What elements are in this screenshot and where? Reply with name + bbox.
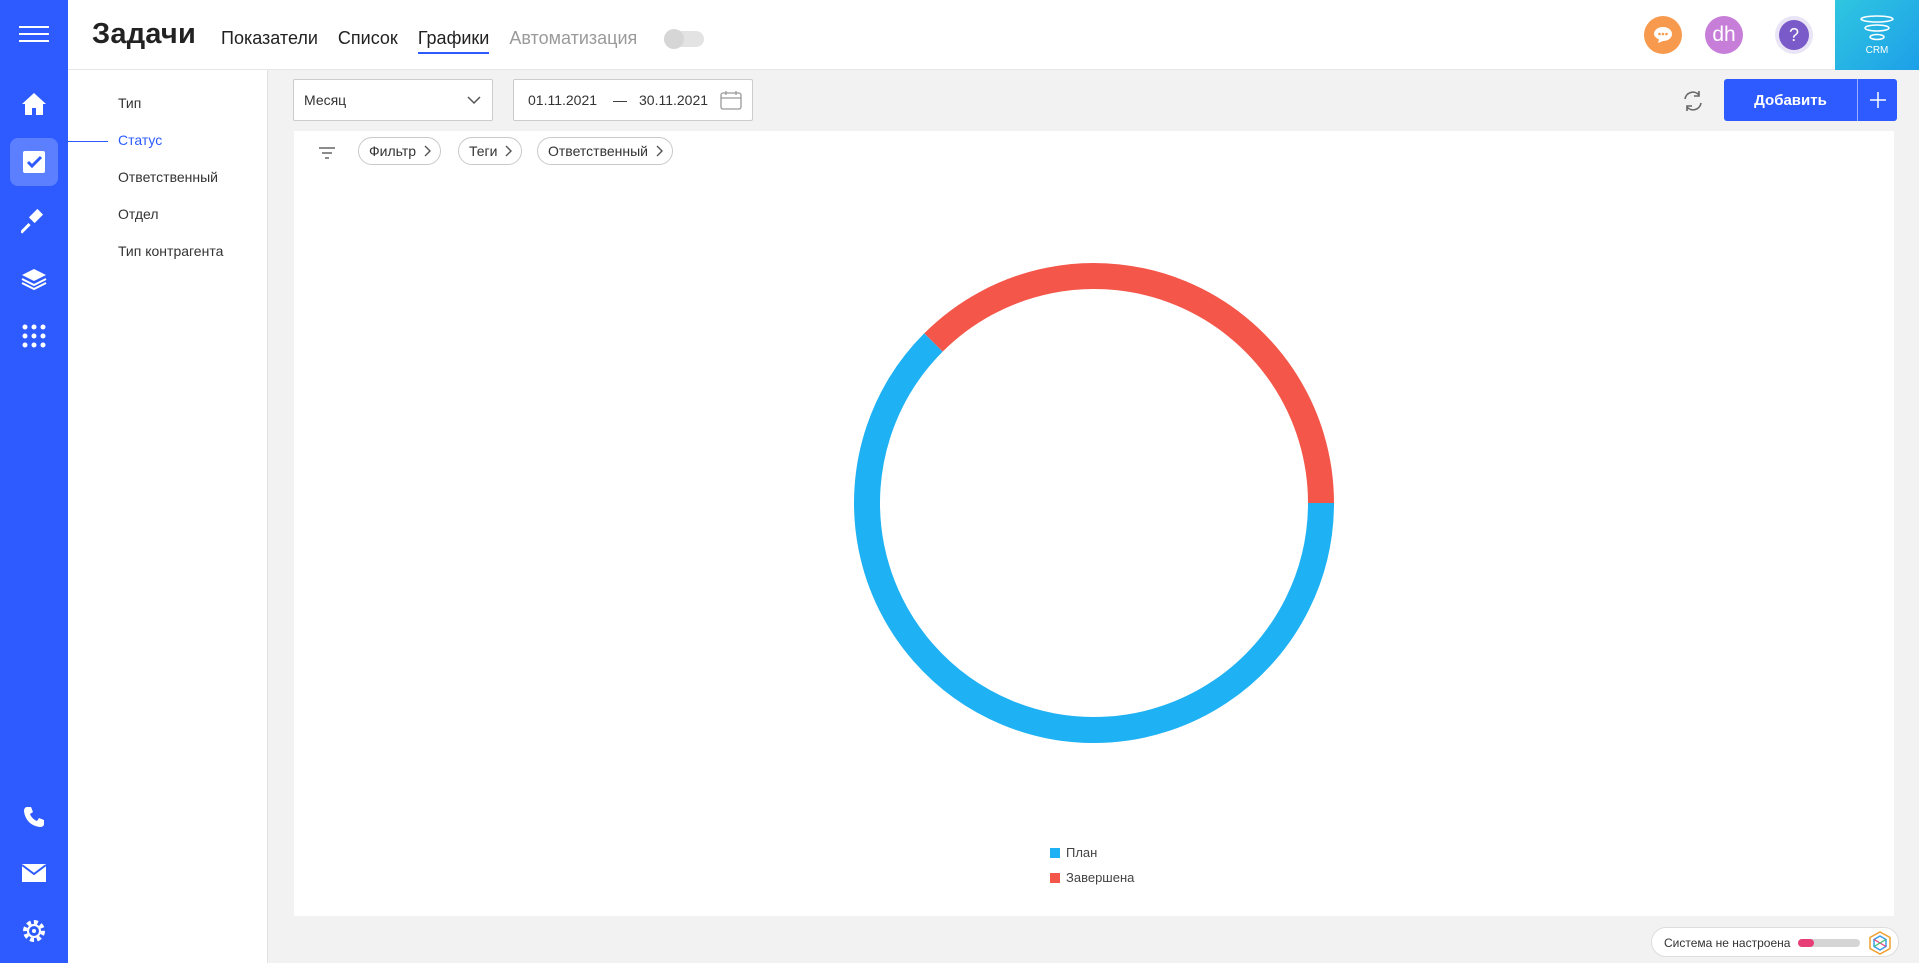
date-range-picker[interactable]: 01.11.2021 — 30.11.2021 [513,79,753,121]
setup-progress [1798,939,1860,947]
chart-panel: Фильтр Теги Ответственный План Завершена [294,131,1894,916]
chart-legend: План Завершена [1050,840,1134,890]
period-select[interactable]: Месяц [293,79,493,121]
menu-icon[interactable] [10,10,58,58]
tasks-icon[interactable] [10,138,58,186]
automation-toggle[interactable] [664,29,704,49]
plus-icon [1869,92,1886,108]
settings-icon[interactable] [10,907,58,955]
add-dropdown-button[interactable] [1857,79,1897,121]
date-separator: — [613,92,627,108]
period-value: Месяц [304,92,347,108]
page-title: Задачи [92,18,196,50]
hexagon-logo-icon [1869,931,1891,955]
chat-bubble-icon [1654,27,1672,43]
top-bar: Задачи Показатели Список Графики Автомат… [68,0,1919,70]
legend-label-plan: План [1066,845,1098,860]
tab-indicators[interactable]: Показатели [221,28,318,54]
crm-logo[interactable]: CRM [1835,0,1919,70]
chat-button[interactable] [1644,16,1682,54]
mail-icon[interactable] [10,849,58,897]
tab-list[interactable]: Список [338,28,398,54]
sidenav-item-type[interactable]: Тип [118,95,141,111]
legend-item-plan[interactable]: План [1050,840,1134,865]
tab-charts[interactable]: Графики [417,28,490,54]
legend-label-completed: Завершена [1066,870,1135,885]
home-icon[interactable] [10,80,58,128]
legend-swatch-plan [1050,847,1060,858]
system-status-label: Система не настроена [1664,936,1791,950]
apps-grid-icon[interactable] [10,312,58,360]
chevron-down-icon [467,96,481,105]
tab-automation[interactable]: Автоматизация [509,28,637,54]
help-icon: ? [1779,20,1809,50]
legend-swatch-completed [1050,872,1060,883]
date-to[interactable]: 30.11.2021 [639,92,708,108]
refresh-icon[interactable] [1680,88,1706,114]
gavel-icon[interactable] [10,197,58,245]
toggle-knob [664,29,684,49]
view-tabs: Показатели Список Графики Автоматизация [221,28,637,54]
add-button[interactable]: Добавить [1724,79,1857,121]
sidenav-item-department[interactable]: Отдел [118,206,159,222]
date-from[interactable]: 01.11.2021 [528,92,597,108]
active-indicator [68,141,108,142]
sidenav-item-counterparty-type[interactable]: Тип контрагента [118,243,223,259]
group-by-nav: Тип Статус Ответственный Отдел Тип контр… [68,70,268,963]
donut-chart [854,263,1334,743]
sidenav-item-status[interactable]: Статус [118,132,162,148]
system-status[interactable]: Система не настроена [1651,927,1899,957]
donut-slice-plan[interactable] [854,333,1334,743]
help-button[interactable]: ? [1775,16,1813,54]
avatar[interactable]: dh [1705,16,1743,54]
logo-rings-icon [1860,14,1894,40]
donut-slice-completed[interactable] [924,263,1334,504]
left-rail [0,0,68,963]
sidenav-item-responsible[interactable]: Ответственный [118,169,218,185]
setup-progress-fill [1798,939,1814,947]
logo-text: CRM [1865,44,1889,56]
layers-icon[interactable] [10,255,58,303]
calendar-icon[interactable] [720,90,742,110]
phone-icon[interactable] [10,793,58,841]
legend-item-completed[interactable]: Завершена [1050,865,1134,890]
